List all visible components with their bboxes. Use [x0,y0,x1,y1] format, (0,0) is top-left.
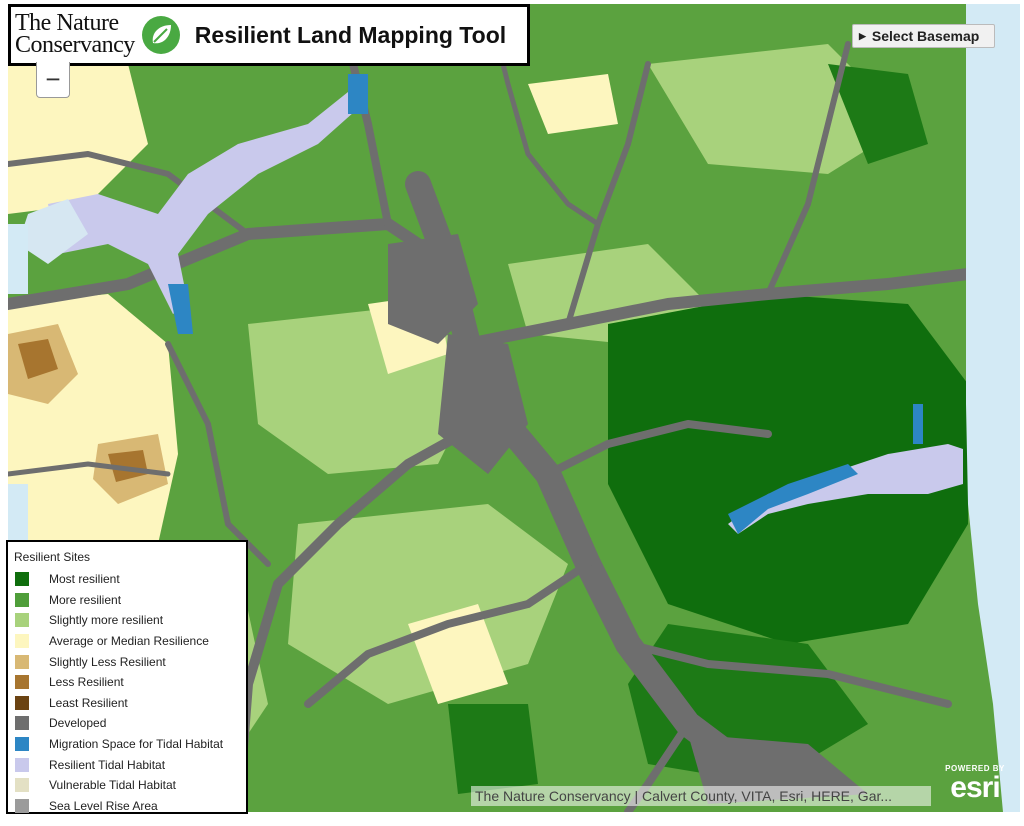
legend-item: Less Resilient [14,672,246,693]
legend-item: Slightly Less Resilient [14,651,246,672]
legend-swatch [15,778,29,793]
legend-swatch [15,757,29,772]
page-title: Resilient Land Mapping Tool [194,21,507,48]
legend-swatch [15,716,29,731]
legend-label: Least Resilient [49,695,128,710]
legend-label: Slightly Less Resilient [49,654,166,669]
legend-swatch [15,634,29,649]
legend-label: Resilient Tidal Habitat [49,757,166,772]
tnc-logo[interactable]: The Nature Conservancy [15,12,181,58]
legend-swatch [15,613,29,628]
legend-item: Vulnerable Tidal Habitat [14,775,246,796]
legend-swatch [15,737,29,752]
legend-label: More resilient [49,592,122,607]
select-basemap-button[interactable]: ▶ Select Basemap [852,24,995,48]
legend-swatch [15,654,29,669]
legend-swatch [15,572,29,587]
legend-item: Most resilient [14,569,246,590]
leaf-logo-icon [141,16,180,54]
legend-item: Slightly more resilient [14,610,246,631]
legend-swatch [15,592,29,607]
legend-label: Average or Median Resilience [49,634,209,649]
esri-wordmark: esri [950,771,1000,804]
legend-item: Resilient Tidal Habitat [14,754,246,775]
legend-label: Migration Space for Tidal Habitat [49,737,224,752]
logo-wordmark: The Nature Conservancy [15,12,135,58]
esri-logo[interactable]: POWERED BY esri [940,764,1010,808]
legend-swatch [15,675,29,690]
logo-line2: Conservancy [15,32,135,58]
caret-right-icon: ▶ [859,30,866,41]
legend-swatch [15,695,29,710]
legend-label: Most resilient [49,572,120,587]
legend-swatch [15,798,29,813]
legend-label: Developed [49,716,107,731]
basemap-label: Select Basemap [871,28,980,44]
legend-item: Least Resilient [14,693,246,714]
legend-item: More resilient [14,590,246,611]
legend-label: Less Resilient [49,675,124,690]
app-header: The Nature Conservancy Resilient Land Ma… [8,4,530,66]
legend-label: Vulnerable Tidal Habitat [49,778,176,793]
legend-item: Sea Level Rise Area [14,796,246,817]
map-attribution[interactable]: The Nature Conservancy | Calvert County,… [471,786,931,806]
legend-item: Migration Space for Tidal Habitat [14,734,246,755]
legend-item: Developed [14,713,246,734]
zoom-out-button[interactable]: − [36,62,70,98]
legend-label: Slightly more resilient [49,613,164,628]
legend-title: Resilient Sites [14,550,91,564]
legend-panel: Resilient Sites Most resilient More resil… [6,540,248,814]
legend-label: Sea Level Rise Area [49,798,158,813]
legend-list: Most resilient More resilient Slightly mor… [14,569,246,816]
legend-item: Average or Median Resilience [14,631,246,652]
